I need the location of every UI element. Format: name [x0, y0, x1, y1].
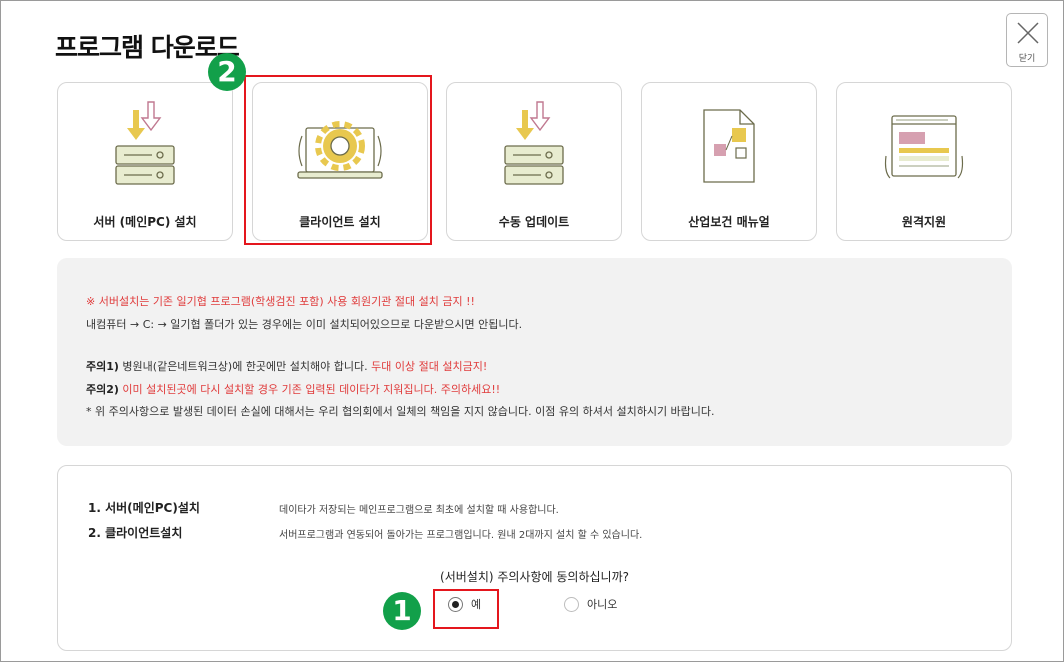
notice-line-2: 내컴퓨터 → C: → 일기협 폴더가 있는 경우에는 이미 설치되어있으므로 …	[86, 318, 523, 331]
info-desc-server: 데이타가 저장되는 메인프로그램으로 최초에 설치할 때 사용합니다.	[279, 505, 559, 516]
info-term-server: 1. 서버(메인PC)설치	[88, 501, 200, 515]
step-badge-2: 2	[208, 53, 246, 91]
notice-line-1: ※ 서버설치는 기존 일기협 프로그램(학생검진 포함) 사용 회원기관 절대 …	[86, 293, 475, 309]
notice-caution-1: 주의1) 병원내(같은네트워크상)에 한곳에만 설치해야 합니다. 두대 이상 …	[86, 358, 487, 374]
radio-no-label: 아니오	[587, 598, 618, 611]
notice-mark: ※	[86, 295, 99, 308]
notice-warning-text: 서버설치는 기존 일기협 프로그램(학생검진 포함) 사용 회원기관 절대 설치…	[98, 295, 475, 308]
caution-2-label: 주의2)	[86, 383, 119, 396]
notice-caution-2: 주의2) 이미 설치된곳에 다시 설치할 경우 기존 입력된 데이타가 지워집니…	[86, 381, 500, 397]
info-desc-client: 서버프로그램과 연동되어 돌아가는 프로그램입니다. 원내 2대까지 설치 할 …	[279, 530, 643, 541]
page-title: 프로그램 다운로드	[55, 33, 240, 62]
manual-update-icon	[504, 101, 564, 185]
radio-no[interactable]: 아니오	[564, 596, 617, 612]
card-label: 산업보건 매뉴얼	[688, 215, 770, 229]
agreement-question: (서버설치) 주의사항에 동의하십니까?	[440, 570, 629, 584]
caution-1-warning: 두대 이상 절대 설치금지!	[371, 360, 488, 373]
notice-line-5: * 위 주의사항으로 발생된 데이터 손실에 대해서는 우리 협의회에서 일체의…	[86, 405, 715, 418]
caution-1-text: 병원내(같은네트워크상)에 한곳에만 설치해야 합니다.	[118, 360, 372, 373]
radio-no-indicator[interactable]	[564, 596, 579, 612]
close-label: 닫기	[1018, 54, 1036, 64]
remote-support-icon	[884, 115, 964, 179]
card-label: 원격지원	[901, 215, 947, 229]
card-manual-update[interactable]: 수동 업데이트	[446, 82, 622, 241]
card-server-install[interactable]: 서버 (메인PC) 설치	[57, 82, 233, 241]
install-info-panel: 1. 서버(메인PC)설치 데이타가 저장되는 메인프로그램으로 최초에 설치할…	[57, 465, 1012, 651]
radio-yes-highlight	[433, 589, 499, 629]
caution-2-warning: 이미 설치된곳에 다시 설치할 경우 기존 입력된 데이타가 지워집니다. 주의…	[118, 383, 501, 396]
client-install-highlight	[244, 75, 432, 245]
card-label: 서버 (메인PC) 설치	[93, 215, 197, 229]
manual-document-icon	[703, 109, 755, 183]
card-label: 수동 업데이트	[498, 215, 570, 229]
step-badge-1: 1	[383, 592, 421, 630]
caution-1-label: 주의1)	[86, 360, 119, 373]
close-button[interactable]: 닫기	[1006, 13, 1048, 67]
warning-notice: ※ 서버설치는 기존 일기협 프로그램(학생검진 포함) 사용 회원기관 절대 …	[57, 258, 1012, 446]
card-manual-document[interactable]: 산업보건 매뉴얼	[641, 82, 817, 241]
card-remote-support[interactable]: 원격지원	[836, 82, 1012, 241]
close-icon	[1017, 22, 1039, 44]
info-term-client: 2. 클라이언트설치	[88, 526, 183, 540]
server-install-icon	[115, 101, 175, 185]
